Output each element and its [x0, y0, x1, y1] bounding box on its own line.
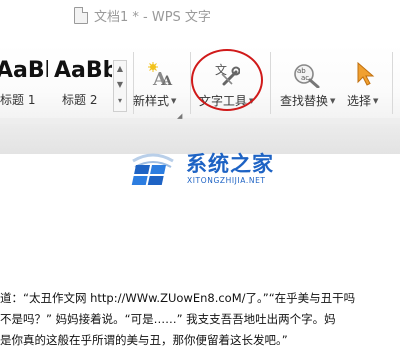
new-style-icon[interactable]: A A	[148, 62, 174, 88]
dialog-launcher-icon[interactable]: ◢	[177, 112, 182, 120]
document-line: 道：“太丑作文网 http://WWw.ZUowEn8.coM/了。”“在乎美与…	[0, 291, 356, 305]
ribbon-separator	[392, 52, 393, 114]
dropdown-arrow-icon: ▼	[330, 97, 336, 105]
style-heading-1-preview[interactable]: AaBb	[0, 58, 48, 83]
document-line: 不是吗？” 妈妈接着说。“可是……” 我支支吾吾地吐出两个字。妈	[0, 312, 336, 326]
svg-text:A: A	[161, 74, 173, 88]
style-heading-1-label[interactable]: 标题 1	[0, 91, 35, 108]
dropdown-arrow-icon: ▼	[171, 97, 177, 105]
style-gallery-scroll[interactable]: ▲ ▼ ▾	[113, 60, 127, 112]
document-icon	[74, 7, 88, 24]
dropdown-arrow-icon: ▼	[373, 97, 379, 105]
watermark-name: 系统之家	[186, 152, 274, 176]
style-gallery: AaBb AaBbC 标题 1 标题 2	[0, 58, 112, 112]
window-title: 文档1 * - WPS 文字	[94, 10, 211, 25]
find-replace-label: 查找替换	[280, 94, 329, 108]
scroll-up-icon[interactable]: ▲	[114, 61, 126, 77]
style-heading-2-label[interactable]: 标题 2	[62, 91, 97, 108]
watermark-logo	[131, 153, 174, 185]
new-style-label: 新样式	[133, 94, 170, 108]
title-bar: 文档1 * - WPS 文字	[0, 0, 400, 30]
svg-text:ac: ac	[301, 74, 309, 82]
cursor-icon[interactable]	[355, 62, 375, 86]
watermark-url: XITONGZHIJIA.NET	[187, 176, 266, 185]
style-heading-2-preview[interactable]: AaBbC	[54, 58, 112, 83]
ribbon-separator	[270, 52, 271, 114]
annotation-circle	[191, 49, 263, 111]
select-label: 选择	[347, 94, 372, 108]
find-replace-icon[interactable]: ab ac	[293, 64, 321, 88]
gallery-more-icon[interactable]: ▾	[114, 93, 126, 109]
scroll-down-icon[interactable]: ▼	[114, 77, 126, 93]
